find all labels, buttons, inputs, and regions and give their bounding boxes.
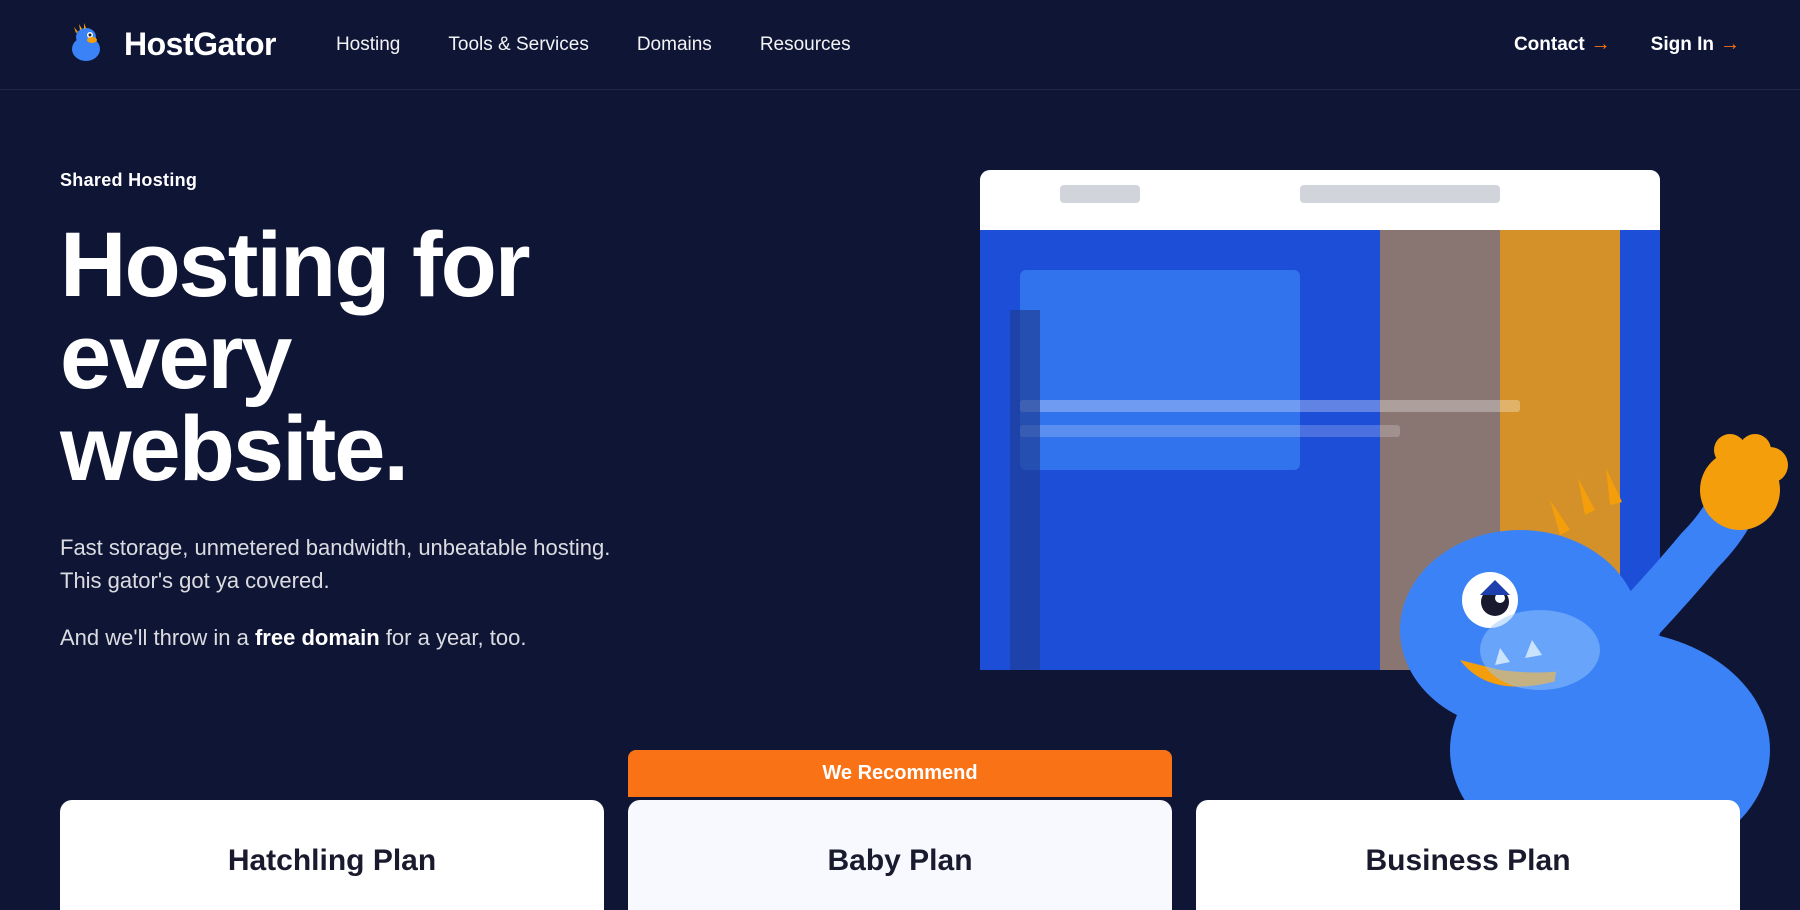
signin-link[interactable]: Sign In →	[1651, 33, 1740, 56]
recommend-badge: We Recommend	[628, 750, 1172, 797]
hatchling-plan-card: Hatchling Plan	[60, 800, 604, 910]
nav-links: Hosting Tools & Services Domains Resourc…	[336, 34, 1514, 56]
hero-free-domain: And we'll throw in a free domain for a y…	[60, 621, 640, 654]
nav-right: Contact → Sign In →	[1514, 33, 1740, 56]
contact-link[interactable]: Contact →	[1514, 33, 1611, 56]
baby-plan-card: We Recommend Baby Plan	[628, 800, 1172, 910]
hero-content: Shared Hosting Hosting for every website…	[0, 90, 700, 910]
business-plan-title: Business Plan	[1365, 844, 1570, 878]
hero-title: Hosting for every website.	[60, 219, 640, 495]
logo-text: HostGator	[124, 26, 276, 63]
hero-eyebrow: Shared Hosting	[60, 170, 640, 191]
nav-link-hosting[interactable]: Hosting	[336, 34, 400, 56]
business-plan-card: Business Plan	[1196, 800, 1740, 910]
nav-link-tools-services[interactable]: Tools & Services	[448, 34, 588, 56]
baby-plan-title: Baby Plan	[827, 844, 972, 878]
nav-link-resources[interactable]: Resources	[760, 34, 851, 56]
contact-arrow-icon: →	[1591, 33, 1611, 56]
nav-link-domains[interactable]: Domains	[637, 34, 712, 56]
hero-section: Shared Hosting Hosting for every website…	[0, 90, 1800, 910]
hatchling-plan-title: Hatchling Plan	[228, 844, 436, 878]
signin-arrow-icon: →	[1720, 33, 1740, 56]
logo[interactable]: HostGator	[60, 19, 276, 71]
hero-description: Fast storage, unmetered bandwidth, unbea…	[60, 531, 620, 597]
logo-icon	[60, 19, 112, 71]
pricing-strip: Hatchling Plan We Recommend Baby Plan Bu…	[0, 800, 1800, 910]
navigation: HostGator Hosting Tools & Services Domai…	[0, 0, 1800, 90]
